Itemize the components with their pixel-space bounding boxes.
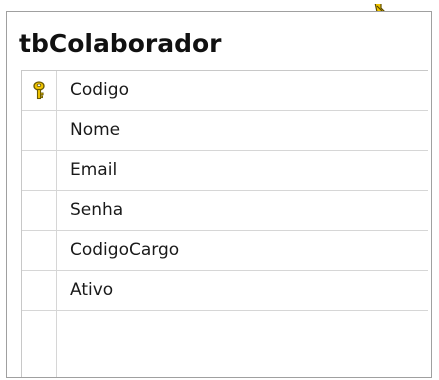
column-row-codigo[interactable]: Codigo [22, 71, 428, 111]
column-grid: Codigo Nome Email Senha CodigoCargo Ativ [21, 70, 428, 377]
new-row-selector[interactable] [22, 311, 57, 377]
column-name: Nome [70, 120, 121, 140]
column-row-nome[interactable]: Nome [22, 111, 428, 151]
row-selector[interactable] [22, 71, 57, 110]
row-selector[interactable] [22, 111, 57, 150]
key-icon [33, 81, 45, 100]
column-row-ativo[interactable]: Ativo [22, 271, 428, 311]
row-selector[interactable] [22, 271, 57, 310]
column-name: Senha [70, 200, 124, 220]
row-selector[interactable] [22, 191, 57, 230]
row-selector[interactable] [22, 231, 57, 270]
table-tbColaborador[interactable]: tbColaborador Codigo Nome Email Senha Co… [6, 11, 432, 378]
column-row-senha[interactable]: Senha [22, 191, 428, 231]
relationship-key-icon[interactable] [371, 0, 389, 11]
table-header[interactable]: tbColaborador [7, 12, 431, 70]
column-name: CodigoCargo [70, 240, 180, 260]
column-name: Email [70, 160, 118, 180]
table-title: tbColaborador [19, 29, 222, 58]
diagram-canvas: tbColaborador Codigo Nome Email Senha Co… [0, 0, 439, 380]
column-name: Codigo [70, 80, 129, 100]
column-row-codigocargo[interactable]: CodigoCargo [22, 231, 428, 271]
column-row-email[interactable]: Email [22, 151, 428, 191]
row-selector[interactable] [22, 151, 57, 190]
column-name: Ativo [70, 280, 114, 300]
